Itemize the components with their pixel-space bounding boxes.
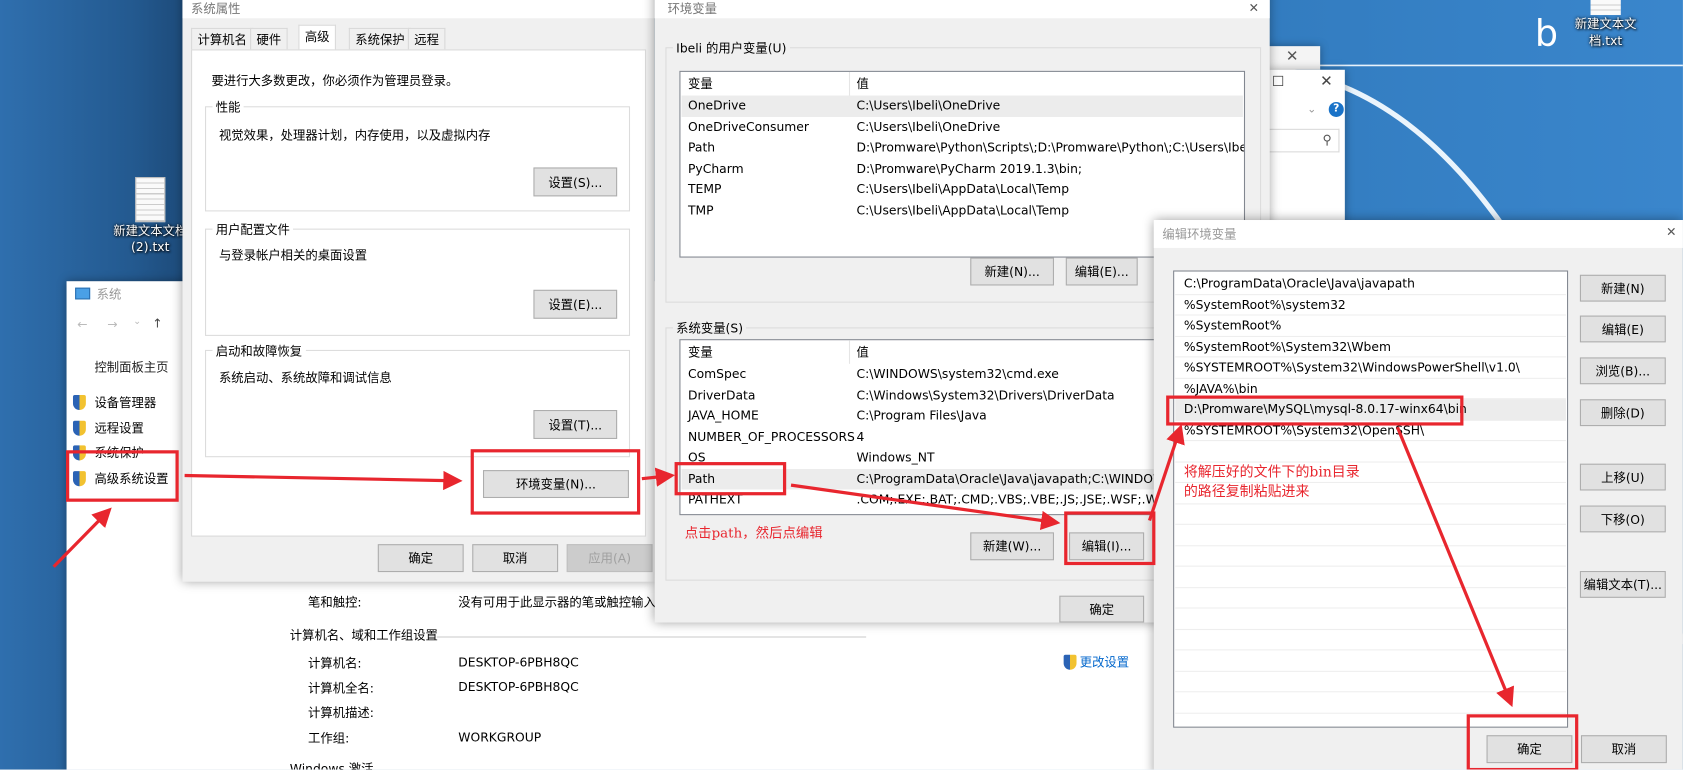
highlight-edit-button: [1064, 511, 1156, 566]
highlight-mysql-entry: [1166, 395, 1464, 426]
highlight-path-row: [674, 462, 787, 496]
highlight-env-button: [470, 449, 641, 515]
annotation-paste-line2: 的路径复制粘贴进来: [1183, 484, 1310, 501]
arrow: [184, 470, 463, 491]
arrow: [641, 467, 676, 487]
highlight-ok-button: [1466, 714, 1579, 770]
arrow: [790, 483, 1061, 531]
arrow: [1395, 426, 1515, 708]
annotation-overlay: [52, 395, 1579, 770]
desktop: 新建文本文档 (2).txt b 新建文本文 档.txt ✕ ☐ ✕ ⌄ ? ⚲…: [0, 0, 1683, 770]
highlight-advanced-settings: [66, 450, 179, 502]
arrow: [1147, 424, 1185, 522]
annotation-paste-line1: 将解压好的文件下的bin目录: [1183, 464, 1360, 481]
arrow: [52, 507, 112, 568]
annotation-click-path: 点击path，然后点编辑: [684, 524, 823, 541]
